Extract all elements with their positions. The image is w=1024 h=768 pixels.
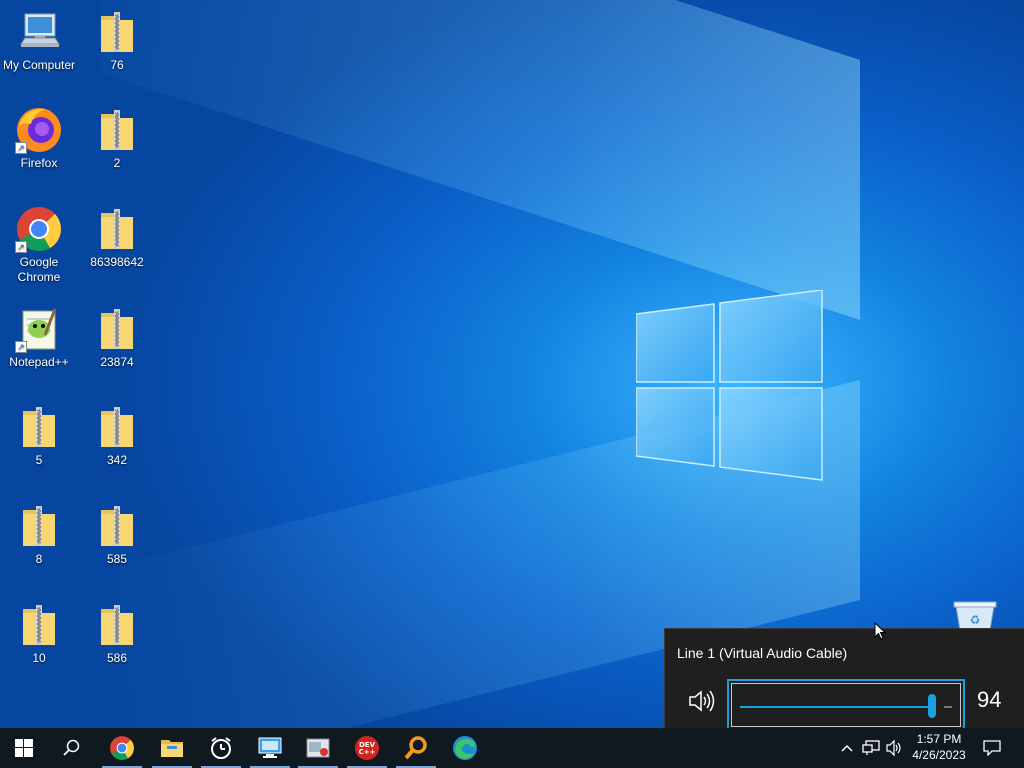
desktop-icon-label: Notepad++: [9, 355, 69, 369]
desktop-icon-label: 342: [106, 453, 128, 467]
desktop-icon-google-chrome[interactable]: ↗ Google Chrome: [1, 205, 77, 285]
desktop-icon-label: 585: [106, 552, 128, 566]
desktop-icon-label: 2: [113, 156, 121, 170]
taskbar-alarm-clock[interactable]: [197, 728, 245, 768]
zip-folder-icon: [15, 403, 63, 451]
zip-folder-icon: [93, 305, 141, 353]
desktop-icon-firefox[interactable]: ↗ Firefox: [1, 106, 77, 171]
svg-text:♻: ♻: [970, 613, 981, 627]
desktop-icon-label: 586: [106, 651, 128, 665]
volume-value: 94: [977, 687, 1002, 712]
desktop-icon-label: My Computer: [2, 58, 76, 72]
desktop-icon-label: 23874: [100, 355, 134, 369]
desktop-icon-label: Firefox: [20, 156, 58, 170]
taskbar-media-app[interactable]: [294, 728, 342, 768]
desktop-icon-zip-342[interactable]: 342: [79, 403, 155, 468]
alarm-clock-icon: [211, 737, 231, 759]
action-center-button[interactable]: [978, 728, 1006, 768]
taskbar-edge[interactable]: [441, 728, 489, 768]
show-hidden-icons-button[interactable]: [838, 728, 856, 768]
network-tray-button[interactable]: [860, 728, 882, 768]
volume-flyout: Line 1 (Virtual Audio Cable) 94: [664, 628, 1024, 731]
mouse-cursor: [874, 622, 887, 640]
search-magnifier-app-icon: [404, 736, 427, 760]
desktop-icon-zip-86398642[interactable]: 86398642: [79, 205, 155, 270]
desktop-icon-zip-585[interactable]: 585: [79, 502, 155, 567]
audio-device-name[interactable]: Line 1 (Virtual Audio Cable): [677, 645, 847, 661]
media-app-icon: [306, 738, 330, 758]
shortcut-arrow-icon: ↗: [15, 341, 27, 353]
edge-icon: [453, 736, 477, 760]
desktop-icon-zip-5[interactable]: 5: [1, 403, 77, 468]
chevron-up-icon: [841, 744, 853, 752]
desktop-icon-label: 5: [35, 453, 43, 467]
desktop-icon-zip-10[interactable]: 10: [1, 601, 77, 666]
desktop-icon-label: Google Chrome: [17, 255, 61, 284]
chrome-icon: [110, 736, 134, 760]
zip-folder-icon: [93, 403, 141, 451]
zip-folder-icon: [93, 502, 141, 550]
taskbar-clock[interactable]: 1:57 PM 4/26/2023: [906, 731, 972, 763]
svg-text:C++: C++: [359, 748, 376, 756]
zip-folder-icon: [93, 601, 141, 649]
volume-slider[interactable]: [727, 679, 965, 731]
zip-folder-icon: [93, 8, 141, 56]
network-icon: [862, 740, 880, 755]
desktop-icon-my-computer[interactable]: My Computer: [1, 8, 77, 73]
taskbar-remote-desktop[interactable]: [246, 728, 294, 768]
volume-icon: [886, 740, 901, 756]
remote-desktop-icon: [258, 737, 282, 758]
volume-slider-remaining: [944, 706, 952, 708]
volume-tray-button[interactable]: [884, 728, 906, 768]
desktop-icon-label: 76: [110, 58, 124, 72]
taskbar: DEV C++ 1:57 PM 4/26/2023: [0, 728, 1024, 768]
chrome-icon: ↗: [15, 205, 63, 253]
windows-logo-wallpaper: [636, 290, 823, 481]
volume-slider-thumb[interactable]: [927, 694, 936, 718]
desktop-icon-label: 8: [35, 552, 43, 566]
computer-icon: [15, 8, 63, 56]
search-icon: [63, 739, 80, 756]
firefox-icon: ↗: [15, 106, 63, 154]
volume-slider-track: [740, 706, 932, 708]
taskbar-search-app[interactable]: [392, 728, 440, 768]
desktop-icon-notepadpp[interactable]: ↗ Notepad++: [1, 305, 77, 370]
taskbar-dev-cpp[interactable]: DEV C++: [343, 728, 391, 768]
desktop-icon-zip-8[interactable]: 8: [1, 502, 77, 567]
start-icon: [15, 739, 33, 757]
zip-folder-icon: [93, 106, 141, 154]
search-button[interactable]: [48, 728, 96, 768]
zip-folder-icon: [93, 205, 141, 253]
notepadpp-icon: ↗: [15, 305, 63, 353]
shortcut-arrow-icon: ↗: [15, 241, 27, 253]
taskbar-chrome[interactable]: [98, 728, 146, 768]
file-explorer-icon: [161, 740, 183, 757]
recycle-bin-icon[interactable]: ♻: [952, 600, 998, 630]
taskbar-file-explorer[interactable]: [148, 728, 196, 768]
desktop-icon-label: 86398642: [90, 255, 144, 269]
shortcut-arrow-icon: ↗: [15, 142, 27, 154]
speaker-icon[interactable]: [687, 689, 715, 713]
clock-time: 1:57 PM: [916, 732, 962, 746]
zip-folder-icon: [15, 601, 63, 649]
clock-date: 4/26/2023: [912, 748, 966, 762]
desktop-icon-zip-2[interactable]: 2: [79, 106, 155, 171]
start-button[interactable]: [0, 728, 48, 768]
desktop-icon-zip-76[interactable]: 76: [79, 8, 155, 73]
desktop-icon-zip-23874[interactable]: 23874: [79, 305, 155, 370]
zip-folder-icon: [15, 502, 63, 550]
dev-cpp-icon: DEV C++: [355, 736, 379, 760]
notification-icon: [983, 740, 1001, 756]
desktop-icon-label: 10: [32, 651, 46, 665]
desktop-icon-zip-586[interactable]: 586: [79, 601, 155, 666]
